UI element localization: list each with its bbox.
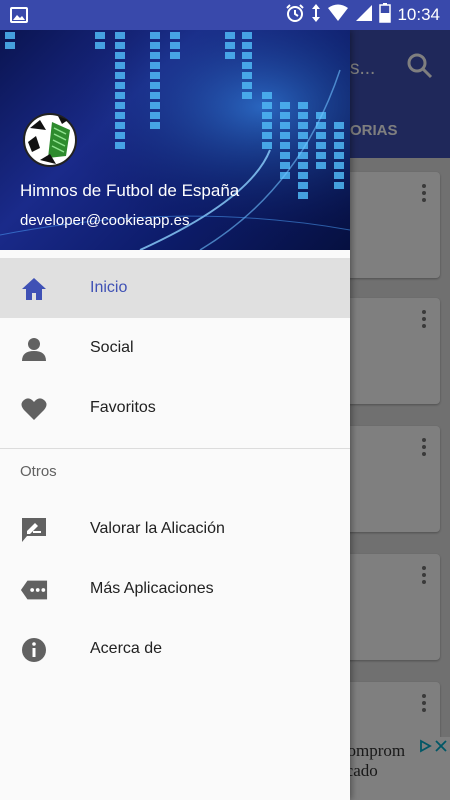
navigation-drawer: Himnos de Futbol de España developer@coo… [0,30,350,800]
soccer-ball-logo [23,113,77,167]
menu-item-label: Acerca de [90,640,163,657]
menu-item-label: Inicio [90,279,128,296]
menu-item-valorar[interactable]: Valorar la Alicación [0,499,350,559]
alarm-icon [285,3,305,28]
menu-item-label: Valorar la Alicación [90,520,225,537]
battery-icon [379,2,392,28]
info-icon [20,636,48,664]
section-title-otros: Otros [20,463,57,480]
clock-time: 10:34 [397,5,440,24]
menu-item-label: Favoritos [90,399,156,416]
drawer-header: Himnos de Futbol de España developer@coo… [0,30,350,250]
menu-item-social[interactable]: Social [0,318,350,378]
drawer-menu: Inicio Social Favoritos Otros Valorar la… [0,258,350,679]
wifi-icon [327,4,349,27]
menu-item-label: Más Aplicaciones [90,580,214,597]
account-email: developer@cookieapp.es [20,212,190,229]
person-icon [20,335,48,363]
image-icon [10,7,28,28]
heart-icon [20,395,48,423]
menu-item-label: Social [90,339,134,356]
menu-item-inicio[interactable]: Inicio [0,258,350,318]
menu-item-acerca-de[interactable]: Acerca de [0,619,350,679]
more-apps-icon [20,576,48,604]
menu-item-favoritos[interactable]: Favoritos [0,378,350,438]
app-name: Himnos de Futbol de España [20,181,240,200]
signal-icon [355,4,373,27]
menu-item-mas-aplicaciones[interactable]: Más Aplicaciones [0,559,350,619]
data-arrows-icon [311,3,321,28]
rate-review-icon [20,516,48,544]
status-bar: 10:34 [0,0,450,30]
home-icon [20,275,48,303]
